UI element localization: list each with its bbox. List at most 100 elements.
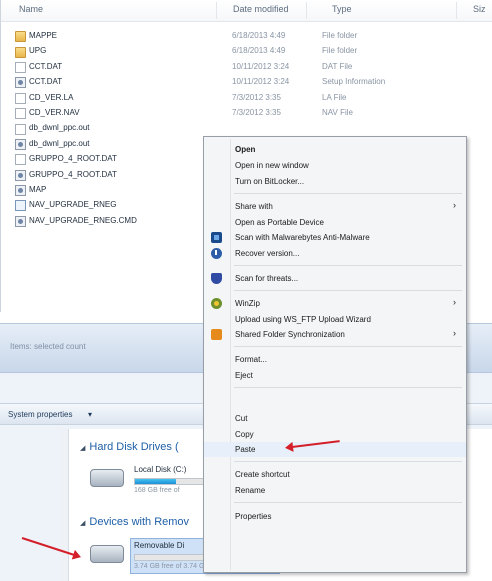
file-row[interactable]: CCT.DAT 10/11/2012 3:24 Setup Information: [15, 75, 492, 90]
drive-free-space: 168 GB free of: [134, 487, 180, 494]
folder-icon: [15, 31, 26, 43]
column-header-date[interactable]: Date modified: [233, 4, 289, 14]
system-properties-button[interactable]: System properties: [8, 410, 72, 419]
file-row[interactable]: MAPPE 6/18/2013 4:49 File folder: [15, 29, 492, 44]
file-name: CCT.DAT: [29, 77, 63, 87]
vertical-scrollbar[interactable]: [60, 429, 69, 581]
file-date-modified: 6/18/2013 4:49: [232, 46, 286, 56]
file-type: DAT File: [322, 61, 353, 71]
column-header-type[interactable]: Type: [332, 4, 352, 14]
file-date-modified: 10/11/2012 3:24: [232, 77, 290, 87]
menu-separator: [234, 193, 462, 194]
file-date-modified: 6/18/2013 4:49: [232, 31, 286, 40]
file-row[interactable]: CCT.DAT 10/11/2012 3:24 DAT File: [15, 60, 492, 75]
menu-item-rename[interactable]: Rename: [204, 483, 466, 498]
file-name: GRUPPO_4_ROOT.DAT: [29, 154, 117, 164]
setup-file-icon: [15, 77, 26, 89]
file-type: NAV File: [322, 107, 353, 117]
menu-item-turn-on-bitlocker[interactable]: Turn on BitLocker...: [204, 174, 466, 189]
file-row[interactable]: CD_VER.NAV 7/3/2012 3:35 NAV File: [15, 106, 492, 121]
file-icon: [15, 92, 26, 104]
sync-icon: [211, 329, 222, 340]
collapse-triangle-icon[interactable]: ◢: [80, 520, 85, 527]
setup-file-icon: [15, 169, 26, 181]
menu-item-open[interactable]: Open: [204, 142, 466, 157]
menu-item-winzip[interactable]: WinZip ›: [204, 296, 466, 311]
menu-item-scan-malwarebytes[interactable]: Scan with Malwarebytes Anti-Malware: [204, 230, 466, 245]
removable-drive-icon: [90, 545, 124, 563]
menu-item-create-shortcut[interactable]: Create shortcut: [204, 467, 466, 482]
drive-name: Removable Di: [134, 541, 185, 550]
file-row[interactable]: CD_VER.LA 7/3/2012 3:35 LA File: [15, 91, 492, 106]
file-icon: [15, 154, 26, 166]
file-row[interactable]: UPG 6/18/2013 4:49 File folder: [15, 44, 492, 59]
file-name: db_dwnl_ppc.out: [29, 138, 90, 148]
drive-free-space: 3.74 GB free of 3.74 GB: [134, 563, 210, 570]
section-removable-devices[interactable]: ◢ Devices with Remov: [80, 516, 189, 528]
file-name: MAP: [29, 184, 47, 194]
menu-separator: [234, 346, 462, 347]
menu-item-paste[interactable]: Paste: [204, 442, 466, 457]
menu-item-cut[interactable]: Cut: [204, 411, 466, 426]
column-divider[interactable]: [216, 2, 217, 19]
chevron-down-icon[interactable]: ▾: [88, 410, 92, 419]
menu-separator: [234, 290, 462, 291]
file-icon: [15, 123, 26, 135]
section-hard-disk-drives[interactable]: ◢ Hard Disk Drives (: [80, 441, 179, 453]
file-name: db_dwnl_ppc.out: [29, 123, 90, 133]
file-name: GRUPPO_4_ROOT.DAT: [29, 169, 117, 179]
column-header-name[interactable]: Name: [19, 4, 43, 14]
file-row[interactable]: db_dwnl_ppc.out: [15, 121, 492, 136]
menu-item-upload-ws-ftp[interactable]: Upload using WS_FTP Upload Wizard: [204, 312, 466, 327]
file-icon: [15, 108, 26, 120]
hard-drive-icon: [90, 469, 124, 487]
shield-icon: [211, 273, 222, 284]
menu-separator: [234, 387, 462, 388]
menu-item-open-new-window[interactable]: Open in new window: [204, 158, 466, 173]
submenu-arrow-icon: ›: [453, 200, 456, 210]
details-text: Items: selected count: [10, 342, 86, 351]
file-type: File folder: [322, 31, 358, 40]
submenu-arrow-icon: ›: [453, 297, 456, 307]
menu-item-shared-folder-sync[interactable]: Shared Folder Synchronization ›: [204, 327, 466, 342]
submenu-arrow-icon: ›: [453, 328, 456, 338]
file-name: NAV_UPGRADE_RNEG.CMD: [29, 215, 137, 225]
file-name: MAPPE: [29, 31, 58, 40]
file-name: CCT.DAT: [29, 61, 63, 71]
menu-item-scan-for-threats[interactable]: Scan for threats...: [204, 271, 466, 286]
menu-item-share-with[interactable]: Share with ›: [204, 199, 466, 214]
collapse-triangle-icon[interactable]: ◢: [80, 445, 85, 452]
drive-name: Local Disk (C:): [134, 465, 187, 474]
menu-item-recover-version[interactable]: Recover version...: [204, 246, 466, 261]
folder-icon: [15, 46, 26, 58]
file-type: File folder: [322, 46, 358, 56]
file-name: NAV_UPGRADE_RNEG: [29, 200, 117, 210]
menu-item-format[interactable]: Format...: [204, 352, 466, 367]
file-type: Setup Information: [322, 77, 386, 87]
file-date-modified: 7/3/2012 3:35: [232, 107, 281, 117]
file-name: UPG: [29, 46, 47, 56]
file-name: CD_VER.LA: [29, 92, 74, 102]
file-date-modified: 7/3/2012 3:35: [232, 92, 281, 102]
shortcut-icon: [15, 200, 26, 212]
column-divider[interactable]: [306, 2, 307, 19]
section-title: Devices with Remov: [89, 516, 190, 528]
menu-item-eject[interactable]: Eject: [204, 368, 466, 383]
menu-separator: [234, 502, 462, 503]
context-menu: Open Open in new window Turn on BitLocke…: [203, 136, 467, 573]
setup-file-icon: [15, 215, 26, 227]
menu-separator: [234, 461, 462, 462]
menu-separator: [234, 265, 462, 266]
malwarebytes-icon: [211, 232, 222, 243]
column-header-size[interactable]: Siz: [473, 4, 486, 14]
section-title: Hard Disk Drives (: [89, 441, 179, 453]
drive-usage-fill: [135, 479, 177, 484]
column-divider[interactable]: [456, 2, 457, 19]
winzip-icon: [211, 298, 222, 309]
file-date-modified: 10/11/2012 3:24: [232, 61, 290, 71]
menu-item-properties[interactable]: Properties: [204, 509, 466, 524]
recover-icon: [211, 248, 222, 259]
file-type: LA File: [322, 92, 347, 102]
setup-file-icon: [15, 185, 26, 197]
menu-item-open-portable-device[interactable]: Open as Portable Device: [204, 215, 466, 230]
